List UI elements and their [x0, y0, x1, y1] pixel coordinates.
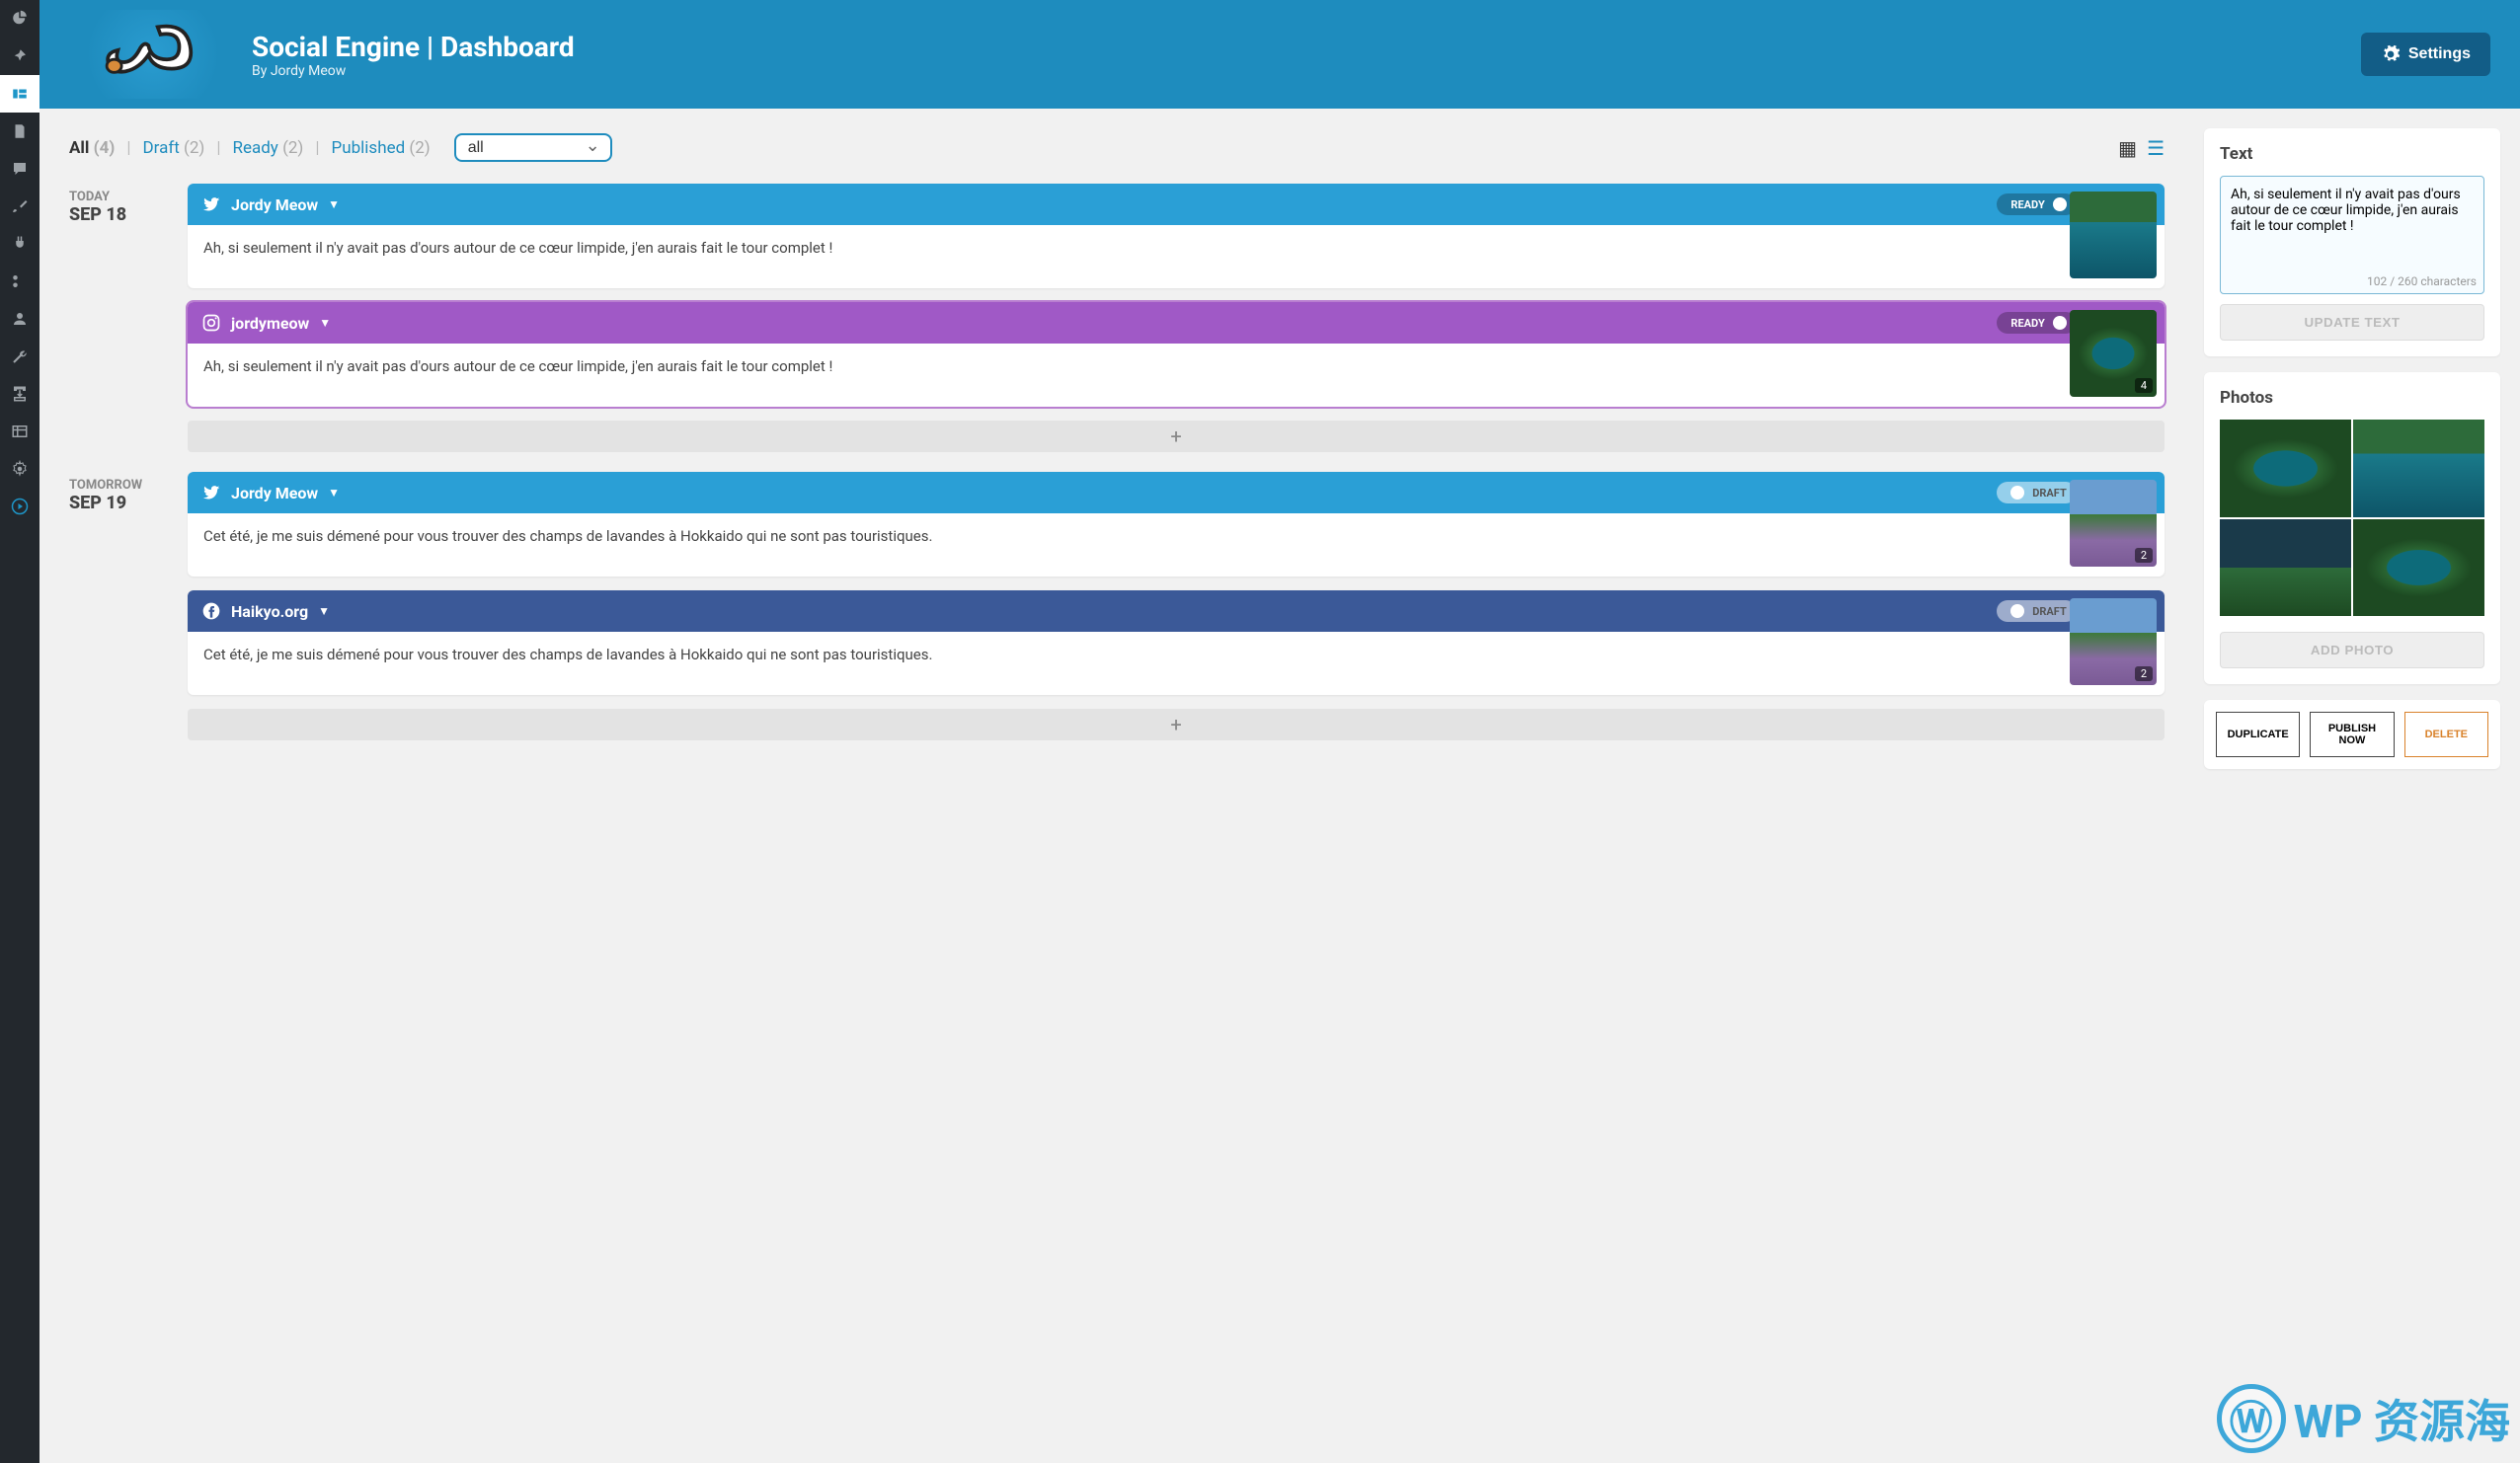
- post-text: Cet été, je me suis démené pour vous tro…: [188, 632, 2165, 695]
- duplicate-button[interactable]: DUPLICATE: [2216, 712, 2300, 757]
- status-toggle[interactable]: READY: [1997, 312, 2076, 334]
- wp-menu-play[interactable]: [0, 488, 39, 525]
- wp-menu-pages[interactable]: [0, 113, 39, 150]
- delete-button[interactable]: DELETE: [2404, 712, 2488, 757]
- account-name: Jordy Meow: [231, 484, 318, 502]
- wp-menu-pin[interactable]: [0, 38, 39, 75]
- status-toggle[interactable]: READY: [1997, 193, 2076, 215]
- publish-now-button[interactable]: PUBLISH NOW: [2310, 712, 2394, 757]
- status-toggle[interactable]: DRAFT: [1997, 482, 2077, 503]
- day-label: TOMORROW SEP 19: [69, 472, 168, 740]
- chevron-down-icon[interactable]: ▼: [319, 316, 331, 330]
- wp-menu-settings[interactable]: [0, 450, 39, 488]
- editor-sidebar: Text Ah, si seulement il n'y avait pas d…: [2194, 109, 2520, 1463]
- feed-area: All (4) | Draft (2) | Ready (2) | Publis…: [39, 109, 2194, 1463]
- wp-menu-tools[interactable]: [0, 338, 39, 375]
- tab-ready[interactable]: Ready (2): [232, 138, 303, 158]
- update-text-button[interactable]: UPDATE TEXT: [2220, 304, 2484, 341]
- account-name: Jordy Meow: [231, 195, 318, 214]
- tab-draft[interactable]: Draft (2): [142, 138, 204, 158]
- filter-select[interactable]: all: [454, 133, 612, 162]
- char-count: 102 / 260 characters: [2220, 274, 2477, 288]
- photo-thumb[interactable]: [2353, 519, 2484, 617]
- post-card[interactable]: Jordy Meow ▼ DRAFT 18:30 Cet été, je me …: [188, 472, 2165, 577]
- tab-all[interactable]: All (4): [69, 138, 115, 158]
- wp-menu-scissors[interactable]: [0, 263, 39, 300]
- view-list-icon[interactable]: ☰: [2147, 136, 2165, 160]
- twitter-icon: [201, 194, 221, 214]
- actions-panel: DUPLICATE PUBLISH NOW DELETE: [2204, 700, 2500, 769]
- chevron-down-icon[interactable]: ▼: [328, 197, 340, 211]
- account-name: jordymeow: [231, 314, 309, 333]
- post-thumbnail[interactable]: 2: [2070, 598, 2157, 685]
- status-toggle[interactable]: DRAFT: [1997, 600, 2077, 622]
- photo-thumb[interactable]: [2220, 519, 2351, 617]
- photo-thumb[interactable]: [2353, 420, 2484, 517]
- settings-button[interactable]: Settings: [2361, 33, 2490, 76]
- add-photo-button[interactable]: ADD PHOTO: [2220, 632, 2484, 668]
- page-byline: By Jordy Meow: [252, 63, 2361, 79]
- filter-row: All (4) | Draft (2) | Ready (2) | Publis…: [69, 133, 2165, 162]
- chevron-down-icon[interactable]: ▼: [318, 604, 330, 618]
- post-text: Ah, si seulement il n'y avait pas d'ours…: [188, 344, 2165, 407]
- tab-published[interactable]: Published (2): [332, 138, 431, 158]
- wp-menu-comments[interactable]: [0, 150, 39, 188]
- view-grid-icon[interactable]: ▦: [2118, 136, 2137, 160]
- gear-icon: [2381, 44, 2401, 64]
- post-thumbnail[interactable]: 2: [2070, 480, 2157, 567]
- post-text: Cet été, je me suis démené pour vous tro…: [188, 513, 2165, 577]
- page-title: Social Engine | Dashboard: [252, 31, 2361, 63]
- wp-menu-brush[interactable]: [0, 188, 39, 225]
- add-post-button[interactable]: +: [188, 421, 2165, 452]
- post-text: Ah, si seulement il n'y avait pas d'ours…: [188, 225, 2165, 288]
- app-logo: [69, 10, 237, 99]
- wp-menu-table[interactable]: [0, 413, 39, 450]
- wp-menu-dashboard[interactable]: [0, 0, 39, 38]
- wp-menu-import[interactable]: [0, 375, 39, 413]
- post-card[interactable]: Haikyo.org ▼ DRAFT 18:30 Cet été, je me …: [188, 590, 2165, 695]
- twitter-icon: [201, 483, 221, 502]
- wp-menu-users[interactable]: [0, 300, 39, 338]
- add-post-button[interactable]: +: [188, 709, 2165, 740]
- instagram-icon: [201, 313, 221, 333]
- wp-menu-plugins[interactable]: [0, 225, 39, 263]
- text-panel: Text Ah, si seulement il n'y avait pas d…: [2204, 128, 2500, 356]
- wp-menu-social-engine[interactable]: [0, 75, 39, 113]
- wp-admin-sidebar: [0, 0, 39, 1463]
- post-thumbnail[interactable]: [2070, 192, 2157, 278]
- photos-panel: Photos ADD PHOTO: [2204, 372, 2500, 684]
- post-card[interactable]: jordymeow ▼ READY 20:16 Ah, si seulement…: [188, 302, 2165, 407]
- chevron-down-icon[interactable]: ▼: [328, 486, 340, 500]
- day-label: TODAY SEP 18: [69, 184, 168, 452]
- post-thumbnail[interactable]: 4: [2070, 310, 2157, 397]
- account-name: Haikyo.org: [231, 602, 308, 621]
- photo-thumb[interactable]: [2220, 420, 2351, 517]
- facebook-icon: [201, 601, 221, 621]
- app-header: Social Engine | Dashboard By Jordy Meow …: [39, 0, 2520, 109]
- post-card[interactable]: Jordy Meow ▼ READY 20:18 Ah, si seulemen…: [188, 184, 2165, 288]
